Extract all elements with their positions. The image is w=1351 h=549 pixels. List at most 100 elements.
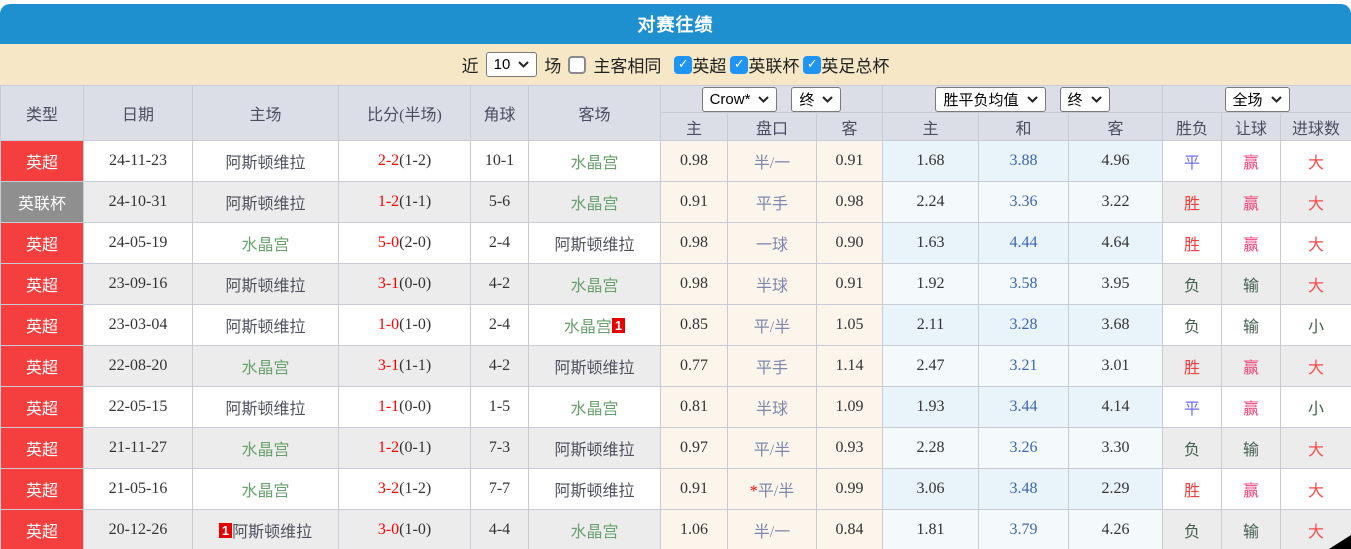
match-count-select[interactable]: 10 [485, 52, 538, 77]
home-team-cell: 水晶宫 [192, 345, 339, 387]
team-name[interactable]: 阿斯顿维拉 [232, 524, 312, 541]
score-cell: 1-1(0-0) [338, 386, 471, 428]
fulltime-score: 3-2 [377, 480, 400, 497]
chevron-down-icon [1026, 95, 1038, 103]
avg-home-cell: 1.63 [882, 222, 979, 264]
same-venue-label: 主客相同 [593, 57, 662, 76]
date-cell: 24-05-19 [83, 222, 193, 264]
chevron-down-icon [1090, 95, 1102, 103]
team-name[interactable]: 水晶宫 [570, 401, 618, 418]
home-team-cell: 阿斯顿维拉 [192, 181, 339, 223]
h2h-table: 类型 日期 主场 比分(半场) 角球 客场 Crow* 终 胜平负均值 终 全场… [0, 85, 1351, 549]
handicap-result-cell: 赢 [1221, 345, 1281, 387]
team-name[interactable]: 水晶宫 [570, 155, 618, 172]
odds-away-cell: 0.98 [816, 181, 883, 223]
avg-draw-cell: 3.36 [978, 181, 1069, 223]
handicap-cell: 半/一 [727, 509, 817, 549]
avg-away-cell: 4.96 [1068, 140, 1163, 182]
team-name[interactable]: 阿斯顿维拉 [225, 155, 305, 172]
chevron-down-icon [1270, 95, 1282, 103]
result-cell: 负 [1162, 263, 1222, 305]
home-team-cell: 1 阿斯顿维拉 [192, 509, 339, 549]
odds-away-cell: 1.14 [816, 345, 883, 387]
league-facup-checkbox[interactable]: ✓ [803, 55, 822, 74]
odds-home-cell: 0.81 [660, 386, 728, 428]
halftime-score: (1-2) [399, 152, 432, 169]
goals-cell: 大 [1279, 468, 1351, 510]
sub-header-handicap: 盘口 [727, 112, 817, 141]
avg-home-cell: 2.47 [882, 345, 979, 387]
bookmaker-period-select[interactable]: 终 [791, 86, 842, 112]
red-card-badge: 1 [611, 318, 626, 333]
col-header-home: 主场 [192, 85, 339, 141]
sub-header-result: 胜负 [1162, 112, 1222, 141]
team-name[interactable]: 水晶宫 [241, 237, 289, 254]
league-cell: 英超 [0, 509, 84, 549]
home-team-cell: 阿斯顿维拉 [192, 140, 339, 182]
team-name[interactable]: 水晶宫 [570, 278, 618, 295]
score-cell: 5-0(2-0) [338, 222, 471, 264]
sub-header-avg-draw: 和 [978, 112, 1069, 141]
avg-select[interactable]: 胜平负均值 [935, 86, 1046, 112]
team-name[interactable]: 水晶宫 [241, 483, 289, 500]
team-name[interactable]: 阿斯顿维拉 [554, 360, 634, 377]
handicap-cell: 平手 [727, 345, 817, 387]
team-name[interactable]: 阿斯顿维拉 [554, 483, 634, 500]
team-name[interactable]: 阿斯顿维拉 [225, 319, 305, 336]
odds-group-header: Crow* 终 [660, 85, 883, 113]
avg-draw-cell: 3.58 [978, 263, 1069, 305]
goals-cell: 大 [1279, 222, 1351, 264]
team-name[interactable]: 阿斯顿维拉 [225, 401, 305, 418]
fulltime-score: 1-2 [377, 193, 400, 210]
match-row: 英超 21-11-27 水晶宫 1-2(0-1) 7-3 阿斯顿维拉 0.97 平/半 0.93… [0, 427, 1351, 469]
team-name[interactable]: 阿斯顿维拉 [225, 278, 305, 295]
league-epl-checkbox[interactable]: ✓ [674, 55, 693, 74]
team-name[interactable]: 水晶宫 [241, 360, 289, 377]
chevron-down-icon [758, 95, 770, 103]
halftime-score: (2-0) [399, 234, 432, 251]
handicap-cell: 半球 [727, 263, 817, 305]
team-name[interactable]: 水晶宫 [570, 196, 618, 213]
bookmaker-select[interactable]: Crow* [701, 86, 778, 112]
team-name[interactable]: 水晶宫 [241, 442, 289, 459]
score-cell: 1-2(0-1) [338, 427, 471, 469]
goals-cell: 大 [1279, 345, 1351, 387]
team-name[interactable]: 阿斯顿维拉 [554, 442, 634, 459]
goals-cell: 大 [1279, 181, 1351, 223]
col-header-date: 日期 [83, 85, 193, 141]
date-cell: 22-05-15 [83, 386, 193, 428]
team-name[interactable]: 水晶宫 [570, 524, 618, 541]
fulltime-score: 3-1 [377, 357, 400, 374]
fulltime-score: 2-2 [377, 152, 400, 169]
handicap-cell: 半球 [727, 386, 817, 428]
avg-away-cell: 4.26 [1068, 509, 1163, 549]
handicap-cell: 平手 [727, 181, 817, 223]
result-cell: 负 [1162, 304, 1222, 346]
col-header-corner: 角球 [470, 85, 529, 141]
home-team-cell: 水晶宫 [192, 468, 339, 510]
odds-home-cell: 0.98 [660, 140, 728, 182]
handicap-result-cell: 输 [1221, 263, 1281, 305]
halftime-score: (1-2) [399, 480, 432, 497]
team-name[interactable]: 阿斯顿维拉 [554, 237, 634, 254]
match-row: 英超 24-11-23 阿斯顿维拉 2-2(1-2) 10-1 水晶宫 0.98 半/一 0.9… [0, 140, 1351, 182]
scope-select[interactable]: 全场 [1224, 86, 1290, 112]
match-row: 英超 23-03-04 阿斯顿维拉 1-0(1-0) 2-4 水晶宫 1 0.85 平/半 1.0… [0, 304, 1351, 346]
result-cell: 平 [1162, 140, 1222, 182]
score-cell: 3-1(1-1) [338, 345, 471, 387]
halftime-score: (1-1) [399, 193, 432, 210]
handicap-text: 半球 [755, 401, 788, 418]
handicap-cell: 平/半 [727, 427, 817, 469]
same-venue-checkbox[interactable] [568, 55, 587, 74]
halftime-score: (1-0) [399, 316, 432, 333]
avg-away-cell: 4.64 [1068, 222, 1163, 264]
result-cell: 胜 [1162, 222, 1222, 264]
avg-draw-cell: 3.79 [978, 509, 1069, 549]
sub-header-goals: 进球数 [1279, 112, 1351, 141]
team-name[interactable]: 水晶宫 [564, 319, 612, 336]
avg-draw-cell: 3.88 [978, 140, 1069, 182]
team-name[interactable]: 阿斯顿维拉 [225, 196, 305, 213]
date-cell: 24-11-23 [83, 140, 193, 182]
league-cup-checkbox[interactable]: ✓ [730, 55, 749, 74]
avg-period-select[interactable]: 终 [1059, 86, 1110, 112]
